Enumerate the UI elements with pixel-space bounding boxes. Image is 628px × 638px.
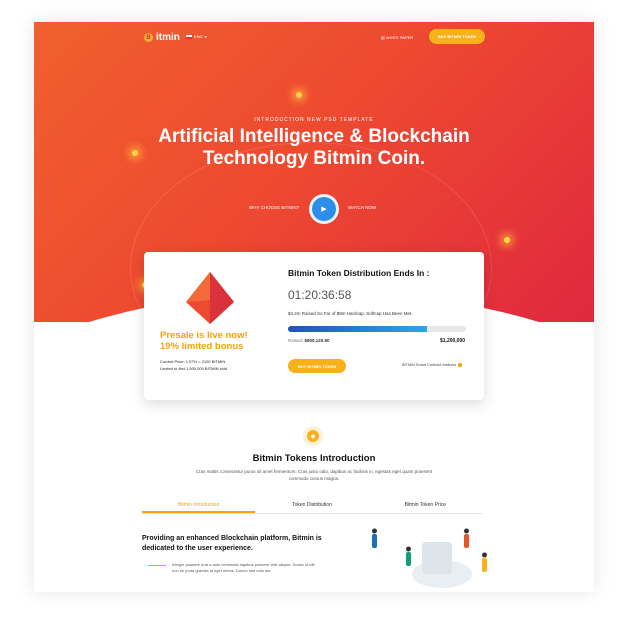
play-video-button[interactable]: ▶	[309, 194, 339, 224]
token-tabs: Bitmin Introduction Token Distribution B…	[142, 499, 482, 514]
intro-heading: Providing an enhanced Blockchain platfor…	[142, 535, 322, 552]
play-icon: ▶	[321, 206, 327, 213]
limit-info: Limited to first 1,500,000 BITMIN sold	[160, 366, 227, 371]
tab-bitmin-token-price[interactable]: Bitmin Token Price	[369, 499, 482, 513]
price-info: Current Price: 1 ETH = 2100 BITMIN Limit…	[160, 358, 227, 372]
raised-value: $900,120.90	[304, 338, 330, 343]
glow-dot	[296, 92, 302, 98]
presale-line-2: 19% limited bonus	[160, 341, 244, 352]
white-paper-link[interactable]: ▤ WHITE PAPER	[381, 35, 413, 40]
intro-body: Integer posuere erat a ante venenatis da…	[172, 562, 315, 573]
language-label: ENG	[194, 34, 203, 39]
headline-line-2: Technology Bitmin Coin.	[202, 148, 426, 169]
chevron-down-icon: ▾	[204, 34, 207, 39]
logo-mark-icon: B	[144, 33, 153, 42]
raised-label: Raised:	[288, 338, 304, 343]
tokens-section-title: Bitmin Tokens Introduction	[252, 453, 376, 464]
glow-dot	[504, 237, 510, 243]
flag-icon	[186, 34, 192, 39]
tab-bitmin-introduction[interactable]: Bitmin Introduction	[142, 499, 256, 513]
distribution-title: Bitmin Token Distribution Ends In :	[288, 268, 430, 278]
tokens-section-subtitle: Cras mattis consectetur purus sit amet f…	[195, 469, 433, 481]
divider	[148, 565, 166, 566]
raised-amount: Raised: $900,120.90	[288, 338, 330, 343]
hero-kicker: INTRODUCTION NEW PSD TEMPLATE	[254, 117, 374, 123]
tab-token-distribution[interactable]: Token Distribution	[255, 499, 368, 513]
language-select[interactable]: ENG ▾	[186, 34, 207, 39]
token-gem-icon	[186, 272, 234, 324]
progress-fill	[288, 326, 427, 332]
logo-text: itmin	[156, 32, 180, 43]
watch-now-link[interactable]: WATCH NOW	[348, 205, 376, 210]
buy-token-button[interactable]: BUY BITMIN TOKEN	[429, 29, 485, 44]
white-paper-label: WHITE PAPER	[385, 35, 414, 40]
contract-address-link[interactable]: BITMIN Smart Contract Address	[402, 363, 463, 367]
team-illustration	[372, 528, 487, 588]
countdown-timer: 01:20:36:58	[288, 288, 352, 302]
goal-amount: $1,200,000	[440, 338, 466, 344]
raised-summary: $4.2m Raised So Far of $9m Hardcap. Soft…	[288, 311, 413, 316]
presale-line-1: Presale is live now!	[160, 330, 248, 341]
page-frame: B itmin ENG ▾ ▤ WHITE PAPER BUY BITMIN T…	[34, 22, 594, 592]
progress-bar	[288, 326, 466, 332]
current-price: Current Price: 1 ETH = 2100 BITMIN	[160, 359, 226, 364]
buy-token-card-button[interactable]: BUY BITMIN TOKEN	[288, 359, 346, 373]
document-icon: ▤	[381, 35, 385, 40]
presale-headline: Presale is live now! 19% limited bonus	[160, 330, 248, 352]
logo[interactable]: B itmin	[144, 32, 180, 43]
presale-card: Presale is live now! 19% limited bonus C…	[144, 252, 484, 400]
headline-line-1: Artificial Intelligence & Blockchain	[158, 126, 470, 147]
hero-headline: Artificial Intelligence & Blockchain Tec…	[34, 126, 594, 170]
token-section-icon: ◆	[307, 430, 319, 442]
contract-label: BITMIN Smart Contract Address	[402, 363, 457, 367]
why-choose-link[interactable]: WHY CHOOSE BITMIN?	[249, 205, 299, 210]
info-icon	[458, 363, 463, 367]
